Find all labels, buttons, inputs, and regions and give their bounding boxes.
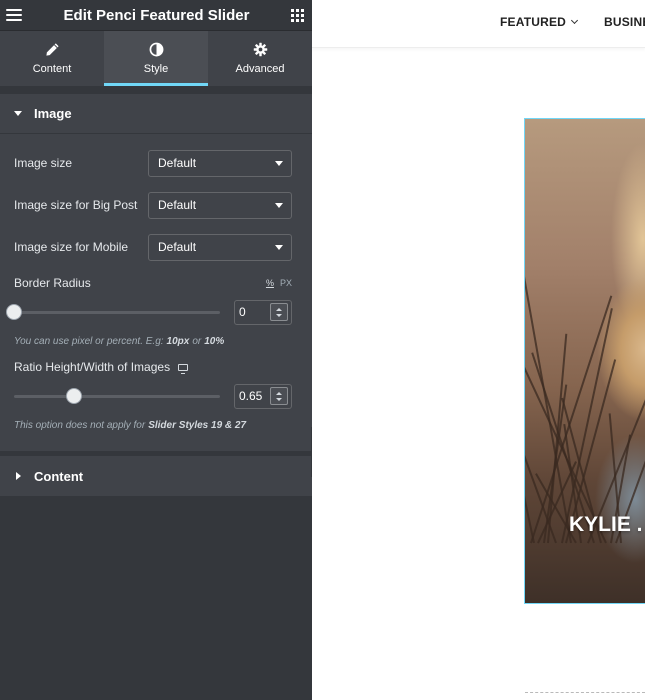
tab-content-label: Content <box>32 63 72 75</box>
ratio-help-prefix: This option does not apply for <box>14 419 146 431</box>
contrast-icon <box>149 42 163 57</box>
caret-right-icon <box>16 472 21 480</box>
editor-panel: Edit Penci Featured Slider Content Style <box>0 0 312 700</box>
pencil-icon <box>45 43 59 56</box>
ratio-slider-row: 0.65 <box>14 378 292 414</box>
ratio-label: Ratio Height/Width of Images <box>14 360 171 374</box>
ratio-value: 0.65 <box>239 389 263 403</box>
site-nav: FEATURED BUSINE <box>312 0 645 48</box>
tab-advanced[interactable]: Advanced <box>208 31 312 86</box>
border-radius-help: You can use pixel or percent. E.g: 10px … <box>14 330 292 352</box>
section-image-body: Image size Default Image size for Big Po… <box>0 134 312 451</box>
panel-header: Edit Penci Featured Slider <box>0 0 312 31</box>
tab-style-label: Style <box>143 63 169 75</box>
border-radius-help-or: or <box>192 335 202 347</box>
image-size-big-post-control: Image size for Big Post Default <box>14 184 292 226</box>
gear-icon <box>253 42 267 57</box>
image-size-mobile-label: Image size for Mobile <box>14 240 129 254</box>
border-radius-header: Border Radius % PX <box>14 272 292 294</box>
desktop-icon[interactable] <box>178 363 189 374</box>
grass-stroke <box>615 289 645 544</box>
border-radius-slider[interactable] <box>6 303 220 320</box>
image-size-big-post-value: Default <box>158 198 197 212</box>
border-radius-slider-handle[interactable] <box>6 303 22 320</box>
section-image-toggle[interactable]: Image <box>0 94 312 134</box>
border-radius-help-prefix: You can use pixel or percent. E.g: <box>14 335 164 347</box>
image-size-mobile-select[interactable]: Default <box>148 233 292 261</box>
section-image: Image Image size Default Image size for … <box>0 94 312 451</box>
image-size-value: Default <box>158 156 197 170</box>
grass-stroke <box>525 366 535 544</box>
widgets-grid-icon[interactable] <box>290 8 304 22</box>
tab-style[interactable]: Style <box>104 31 208 86</box>
unit-switcher: % PX <box>266 278 292 288</box>
caret-down-icon <box>14 111 22 116</box>
border-radius-slider-row: 0 <box>6 294 292 330</box>
image-size-select[interactable]: Default <box>148 149 292 177</box>
menu-icon[interactable] <box>6 9 22 21</box>
panel-tabs: Content Style Advanced <box>0 31 312 86</box>
image-size-big-post-label: Image size for Big Post <box>14 198 138 212</box>
border-radius-help-ex1: 10px <box>166 335 190 347</box>
tab-content[interactable]: Content <box>0 31 104 86</box>
ratio-slider[interactable] <box>14 387 220 404</box>
featured-slider[interactable]: KYLIE . <box>524 118 645 604</box>
chevron-down-icon <box>275 202 283 208</box>
tab-advanced-label: Advanced <box>235 63 285 75</box>
number-spinner-icon[interactable] <box>270 387 288 405</box>
ratio-help: This option does not apply for Slider St… <box>14 414 292 436</box>
number-spinner-icon[interactable] <box>270 303 288 321</box>
nav-item-business[interactable]: BUSINE <box>604 15 645 29</box>
chevron-down-icon <box>275 244 283 250</box>
unit-px[interactable]: PX <box>280 278 292 288</box>
section-content: Content <box>0 456 312 496</box>
ratio-input[interactable]: 0.65 <box>234 383 292 409</box>
border-radius-input[interactable]: 0 <box>234 299 292 325</box>
nav-item-business-label: BUSINE <box>604 15 645 29</box>
unit-percent[interactable]: % <box>266 278 274 288</box>
ratio-slider-handle[interactable] <box>65 387 82 404</box>
site-preview: FEATURED BUSINE KYLIE . <box>312 0 645 700</box>
ratio-header: Ratio Height/Width of Images <box>14 356 292 378</box>
border-radius-label: Border Radius <box>14 276 91 290</box>
section-content-toggle[interactable]: Content <box>0 456 312 496</box>
ratio-help-bold: Slider Styles 19 & 27 <box>148 419 247 431</box>
image-size-mobile-control: Image size for Mobile Default <box>14 226 292 268</box>
image-size-control: Image size Default <box>14 142 292 184</box>
border-radius-help-ex2: 10% <box>204 335 225 347</box>
chevron-down-icon <box>275 160 283 166</box>
image-size-label: Image size <box>14 156 73 170</box>
slide-title[interactable]: KYLIE . <box>569 513 643 537</box>
section-divider <box>525 692 645 693</box>
chevron-down-icon <box>571 16 579 25</box>
section-content-heading: Content <box>34 468 84 484</box>
nav-item-featured-label: FEATURED <box>500 15 567 29</box>
panel-title: Edit Penci Featured Slider <box>63 6 250 24</box>
image-size-big-post-select[interactable]: Default <box>148 191 292 219</box>
border-radius-value: 0 <box>239 305 246 319</box>
image-size-mobile-value: Default <box>158 240 197 254</box>
section-image-heading: Image <box>34 106 72 121</box>
nav-item-featured[interactable]: FEATURED <box>500 15 579 29</box>
